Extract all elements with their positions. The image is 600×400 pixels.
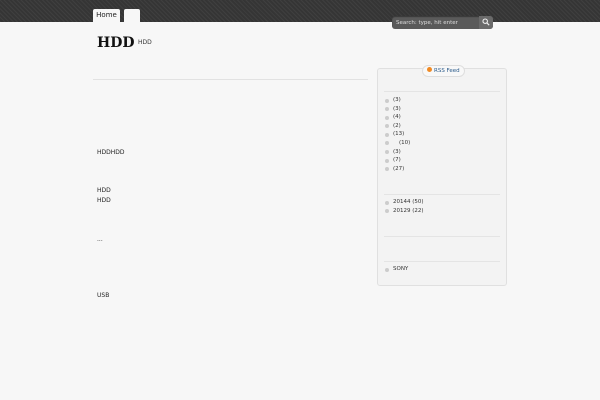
category-item[interactable]: (4)	[385, 113, 410, 122]
top-navigation-bar	[0, 0, 600, 22]
site-title[interactable]: HDD	[97, 35, 135, 51]
category-item[interactable]: (3)	[385, 105, 410, 114]
sidebar-divider	[384, 91, 500, 92]
tag-item[interactable]: SONY	[385, 265, 408, 274]
content-line: USB	[97, 292, 110, 299]
sidebar: RSS Feed (3) (3) (4) (2) (13) (10) (3) (…	[377, 65, 507, 286]
content-divider	[93, 79, 368, 80]
category-item[interactable]: (10)	[385, 139, 410, 148]
search-button[interactable]	[479, 16, 493, 29]
sidebar-divider	[384, 261, 500, 262]
archive-list: 20144 (50) 20129 (22)	[385, 198, 424, 215]
archive-item[interactable]: 20144 (50)	[385, 198, 424, 207]
category-item[interactable]: (3)	[385, 96, 410, 105]
tag-list: SONY	[385, 265, 408, 274]
category-item[interactable]: (7)	[385, 156, 410, 165]
content-line: ...	[97, 236, 103, 243]
tab-home[interactable]: Home	[93, 9, 120, 22]
rss-icon	[427, 67, 432, 72]
sidebar-divider	[384, 236, 500, 237]
content-line: HDD	[97, 187, 111, 194]
tab-page[interactable]	[124, 9, 140, 22]
category-item[interactable]: (3)	[385, 148, 410, 157]
rss-feed-label: RSS Feed	[434, 68, 460, 74]
content-line: HDD	[97, 197, 111, 204]
category-item[interactable]: (13)	[385, 130, 410, 139]
content-line: HDDHDD	[97, 149, 125, 156]
site-description: HDD	[138, 39, 152, 46]
sidebar-divider	[384, 194, 500, 195]
category-item[interactable]: (27)	[385, 165, 410, 174]
category-item[interactable]: (2)	[385, 122, 410, 131]
search-input[interactable]	[392, 16, 478, 29]
search-icon	[482, 18, 490, 26]
search-box	[392, 16, 493, 29]
rss-feed-link[interactable]: RSS Feed	[422, 65, 465, 77]
category-list: (3) (3) (4) (2) (13) (10) (3) (7) (27)	[385, 96, 410, 173]
archive-item[interactable]: 20129 (22)	[385, 207, 424, 216]
